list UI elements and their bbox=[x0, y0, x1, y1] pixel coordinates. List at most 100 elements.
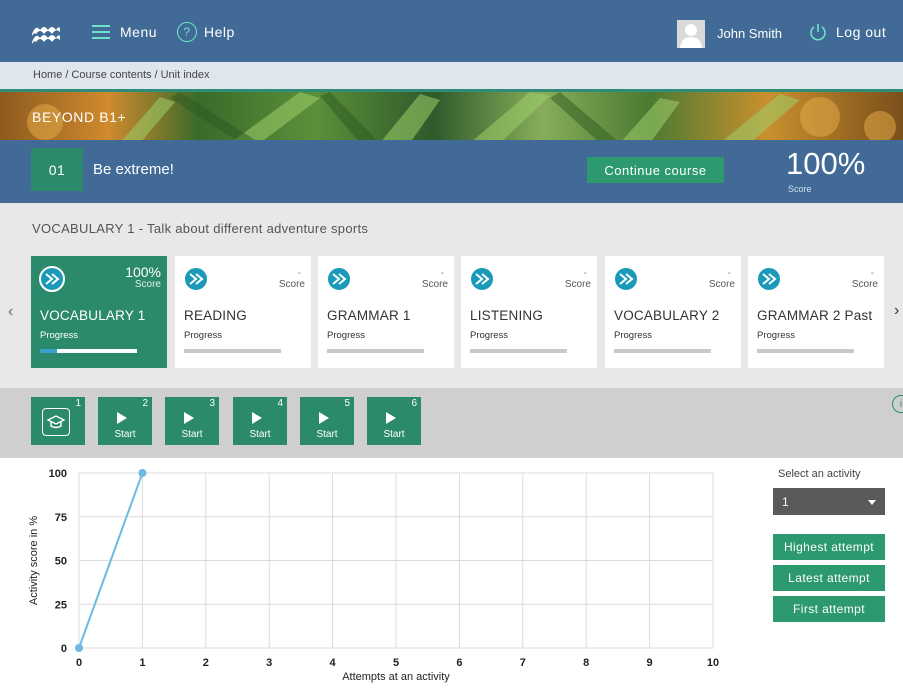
top-navigation-bar: Menu ? Help John Smith Log out bbox=[0, 0, 903, 62]
activity-number: 5 bbox=[344, 398, 350, 409]
lesson-arrow-icon bbox=[39, 266, 65, 292]
lesson-progress-bar bbox=[614, 349, 711, 353]
activity-button-4[interactable]: 4 Start bbox=[233, 397, 287, 445]
x-tick-label: 3 bbox=[266, 657, 272, 669]
breadcrumb-unit-index: Unit index bbox=[160, 69, 210, 81]
score-chart-svg: 0 1 2 3 4 5 6 7 8 9 100255075100Attempts at an act… bbox=[28, 468, 719, 683]
banner-image bbox=[27, 92, 896, 140]
activity-start-label: Start bbox=[249, 429, 271, 440]
lesson-score-label: Score bbox=[134, 279, 161, 290]
unit-score-label: Score bbox=[788, 184, 812, 194]
lesson-progress-label: Progress bbox=[184, 330, 223, 341]
activity-button-1[interactable]: 1 bbox=[31, 397, 85, 445]
x-tick-label: 9 bbox=[647, 657, 653, 669]
hamburger-icon bbox=[92, 25, 110, 39]
activity-button-3[interactable]: 3 Start bbox=[165, 397, 219, 445]
highest-attempt-button[interactable]: Highest attempt bbox=[773, 534, 885, 560]
lesson-card[interactable]: - Score GRAMMAR 1 Progress bbox=[318, 256, 454, 368]
lesson-score-label: Score bbox=[421, 279, 448, 290]
lesson-score: - bbox=[440, 268, 444, 279]
logout-button[interactable]: Log out bbox=[808, 22, 886, 42]
lesson-card[interactable]: - Score VOCABULARY 2 Progress bbox=[605, 256, 741, 368]
lesson-card[interactable]: - Score GRAMMAR 2 Past Progress bbox=[748, 256, 884, 368]
lesson-score: 100% bbox=[125, 264, 161, 280]
graduation-cap-icon bbox=[42, 408, 70, 436]
course-banner: BEYOND B1+ bbox=[0, 89, 903, 140]
lesson-score: - bbox=[870, 268, 874, 279]
info-icon[interactable]: i bbox=[892, 395, 903, 413]
x-tick-label: 2 bbox=[203, 657, 209, 669]
activity-select-value: 1 bbox=[782, 495, 789, 509]
menu-label: Menu bbox=[120, 24, 158, 40]
y-tick-label: 25 bbox=[55, 599, 67, 611]
x-tick-label: 7 bbox=[520, 657, 526, 669]
help-label: Help bbox=[204, 24, 235, 40]
y-tick-label: 75 bbox=[55, 512, 67, 524]
lesson-progress-bar bbox=[327, 349, 424, 353]
breadcrumb: Home / Course contents / Unit index bbox=[0, 62, 903, 89]
x-tick-label: 5 bbox=[393, 657, 399, 669]
unit-score: 100% bbox=[786, 146, 866, 181]
x-tick-label: 0 bbox=[76, 657, 82, 669]
activity-start-label: Start bbox=[316, 429, 338, 440]
data-point bbox=[138, 469, 147, 477]
macmillan-logo-icon[interactable] bbox=[30, 22, 62, 44]
x-axis-label: Attempts at an activity bbox=[342, 671, 450, 683]
avatar[interactable] bbox=[677, 20, 705, 48]
play-icon bbox=[117, 412, 127, 424]
help-button[interactable]: ? Help bbox=[177, 22, 235, 42]
lesson-progress-label: Progress bbox=[470, 330, 509, 341]
lesson-score-label: Score bbox=[708, 279, 735, 290]
play-icon bbox=[319, 412, 329, 424]
lesson-arrow-icon bbox=[469, 266, 495, 292]
lesson-card[interactable]: - Score READING Progress bbox=[175, 256, 311, 368]
activity-select[interactable]: 1 bbox=[773, 488, 885, 515]
score-chart: 0 1 2 3 4 5 6 7 8 9 10 0 25 50 75 100 Attempts at an act… bbox=[0, 458, 760, 686]
lesson-progress-bar bbox=[757, 349, 854, 353]
lesson-score-label: Score bbox=[278, 279, 305, 290]
user-silhouette-icon bbox=[680, 24, 702, 48]
activity-button-5[interactable]: 5 Start bbox=[300, 397, 354, 445]
activity-button-2[interactable]: 2 Start bbox=[98, 397, 152, 445]
unit-title: Be extreme! bbox=[93, 161, 174, 178]
activity-number: 2 bbox=[142, 398, 148, 409]
menu-button[interactable]: Menu bbox=[92, 24, 157, 40]
x-tick-label: 1 bbox=[139, 657, 145, 669]
lesson-progress-label: Progress bbox=[327, 330, 366, 341]
activity-start-label: Start bbox=[114, 429, 136, 440]
lesson-score-label: Score bbox=[564, 279, 591, 290]
user-name[interactable]: John Smith bbox=[717, 26, 782, 41]
lesson-card[interactable]: - Score LISTENING Progress bbox=[461, 256, 597, 368]
first-attempt-button[interactable]: First attempt bbox=[773, 596, 885, 622]
lesson-card[interactable]: 100% Score VOCABULARY 1 Progress bbox=[31, 256, 167, 368]
course-title: BEYOND B1+ bbox=[32, 109, 127, 125]
lesson-score: - bbox=[297, 268, 301, 279]
power-icon bbox=[810, 24, 826, 41]
unit-number: 01 bbox=[31, 148, 83, 191]
continue-course-button[interactable]: Continue course bbox=[587, 157, 724, 183]
activity-number: 1 bbox=[75, 398, 81, 409]
chevron-right-icon[interactable]: › bbox=[894, 302, 899, 320]
lesson-name: LISTENING bbox=[470, 308, 544, 323]
lesson-arrow-icon bbox=[613, 266, 639, 292]
x-tick-label: 6 bbox=[456, 657, 462, 669]
data-point bbox=[75, 644, 83, 652]
lesson-name: GRAMMAR 2 Past bbox=[757, 308, 873, 323]
y-axis-label: Activity score in % bbox=[28, 516, 40, 605]
activity-button-6[interactable]: 6 Start bbox=[367, 397, 421, 445]
breadcrumb-separator: / bbox=[154, 69, 158, 81]
play-icon bbox=[252, 412, 262, 424]
breadcrumb-home[interactable]: Home bbox=[33, 69, 62, 81]
lesson-progress-bar bbox=[470, 349, 567, 353]
activity-number: 4 bbox=[277, 398, 283, 409]
lesson-name: VOCABULARY 2 bbox=[614, 308, 720, 323]
y-tick-label: 100 bbox=[49, 468, 67, 480]
lesson-score: - bbox=[727, 268, 731, 279]
lesson-progress-label: Progress bbox=[757, 330, 796, 341]
lesson-progress-label: Progress bbox=[40, 330, 79, 341]
select-activity-label: Select an activity bbox=[778, 468, 861, 480]
lesson-arrow-icon bbox=[183, 266, 209, 292]
breadcrumb-course-contents[interactable]: Course contents bbox=[71, 69, 151, 81]
chevron-left-icon[interactable]: ‹ bbox=[8, 303, 13, 321]
latest-attempt-button[interactable]: Latest attempt bbox=[773, 565, 885, 591]
